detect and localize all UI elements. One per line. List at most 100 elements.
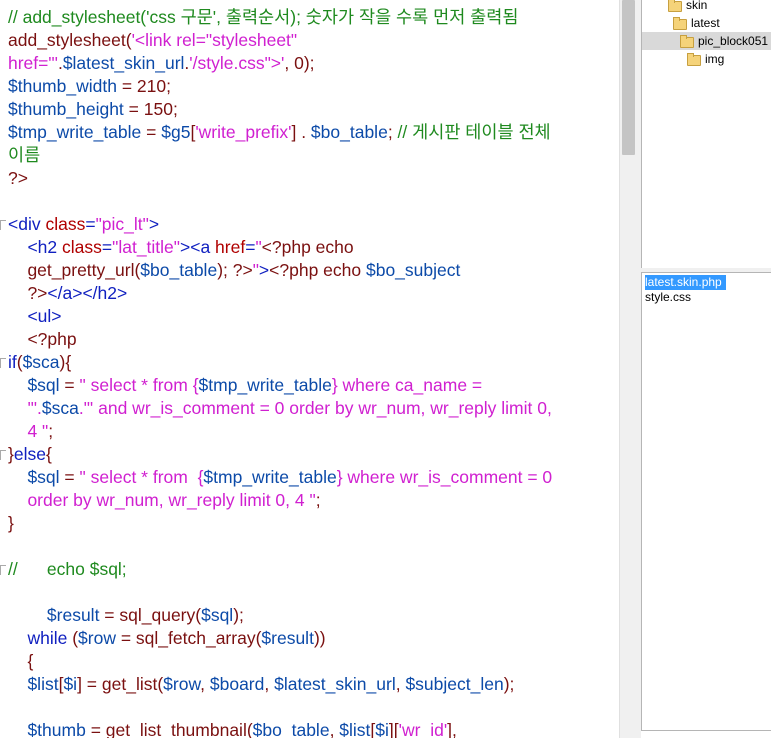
code-line[interactable]: ?></a></h2> — [8, 282, 127, 305]
folder-icon — [668, 0, 682, 12]
code-token: = — [85, 214, 96, 234]
tree-item-img[interactable]: img — [687, 50, 724, 68]
code-line[interactable]: $sql = " select * from {$tmp_write_table… — [8, 374, 482, 397]
code-token: ); ?> — [217, 260, 253, 280]
code-token: > — [148, 214, 160, 234]
fold-marker-icon[interactable] — [0, 565, 6, 575]
file-list[interactable]: latest.skin.php style.css — [641, 272, 771, 731]
code-token: <div — [8, 214, 46, 234]
folder-icon — [680, 35, 694, 48]
file-item[interactable]: latest.skin.php — [645, 275, 726, 290]
code-token: = sql_fetch_array( — [115, 628, 262, 648]
code-token: $sca — [41, 398, 79, 418]
code-token: ], — [447, 720, 457, 738]
code-line[interactable]: if($sca){ — [8, 351, 71, 374]
tree-item-pic-block051[interactable]: pic_block051 — [642, 32, 771, 50]
code-token: 이름 — [8, 145, 41, 165]
code-line[interactable]: <ul> — [8, 305, 62, 328]
tree-item-label: skin — [686, 0, 708, 12]
code-line[interactable]: $sql = " select * from {$tmp_write_table… — [8, 466, 552, 489]
fold-marker-icon[interactable] — [0, 358, 6, 368]
code-line[interactable]: $result = sql_query($sql); — [8, 604, 244, 627]
explorer-panel: skin latest pic_block051img latest.skin.ph… — [636, 0, 771, 738]
code-line[interactable]: }else{ — [8, 443, 52, 466]
code-token: $tmp_write_table — [203, 467, 337, 487]
editor-vertical-scrollbar[interactable] — [619, 0, 637, 738]
code-token: " select * from { — [79, 375, 199, 395]
code-line[interactable]: add_stylesheet('<link rel="stylesheet" — [8, 29, 297, 52]
code-line[interactable]: <h2 class="lat_title"><a href="<?php ech… — [8, 236, 353, 259]
code-line[interactable]: href="'.$latest_skin_url.'/style.css">',… — [8, 52, 315, 75]
code-token: = sql_query( — [99, 605, 202, 625]
code-token: '/style.css">' — [189, 53, 285, 73]
code-line[interactable]: $tmp_write_table = $g5['write_prefix'] .… — [8, 121, 551, 144]
code-line[interactable]: $thumb_width = 210; — [8, 75, 171, 98]
code-token: $bo_subject — [365, 260, 461, 280]
code-token: $list — [339, 720, 371, 738]
tree-item-latest[interactable]: latest — [673, 14, 720, 32]
code-token: $sql — [201, 605, 234, 625]
code-line[interactable]: order by wr_num, wr_reply limit 0, 4 "; — [8, 489, 320, 512]
code-line[interactable]: // echo $sql; — [8, 558, 127, 581]
code-token: $sca — [22, 352, 60, 372]
code-token: ."' and wr_is_comment = 0 order by wr_nu… — [78, 398, 552, 418]
code-token: 4 " — [8, 421, 49, 441]
code-token: if — [8, 352, 17, 372]
code-token: $bo_table — [140, 260, 218, 280]
code-line[interactable]: } — [8, 512, 14, 535]
fold-marker-icon[interactable] — [0, 450, 6, 460]
code-token: $i — [63, 674, 78, 694]
code-token: $board — [209, 674, 265, 694]
code-line[interactable]: 4 "; — [8, 420, 53, 443]
code-line[interactable]: { — [8, 650, 33, 673]
code-token: else — [13, 444, 46, 464]
code-line[interactable]: $thumb = get_list_thumbnail($bo_table, $… — [8, 719, 457, 738]
code-token: { — [8, 651, 34, 671]
code-line[interactable]: <div class="pic_lt"> — [8, 213, 159, 236]
code-token: = 150; — [123, 99, 178, 119]
code-token: = — [101, 237, 113, 257]
code-token: } where ca_name = — [331, 375, 483, 395]
tree-item-label: latest — [691, 16, 720, 30]
code-token: $bo_table — [252, 720, 330, 738]
code-line[interactable]: <?php — [8, 328, 76, 351]
code-token: ( — [67, 628, 79, 648]
code-line[interactable]: '".$sca."' and wr_is_comment = 0 order b… — [8, 397, 552, 420]
code-token: , — [395, 674, 406, 694]
code-editor[interactable]: // add_stylesheet('css 구문', 출력순서); 숫자가 작… — [0, 0, 619, 738]
code-token: , — [329, 720, 340, 738]
code-line[interactable]: $thumb_height = 150; — [8, 98, 178, 121]
code-token: <ul> — [27, 306, 62, 326]
code-line[interactable]: 이름 — [8, 144, 40, 167]
code-line[interactable]: ?> — [8, 167, 28, 190]
code-token: "pic_lt" — [95, 214, 149, 234]
code-token: ?> — [8, 283, 48, 303]
code-token: $tmp_write_table — [8, 122, 142, 142]
tree-item-label: pic_block051 — [698, 34, 769, 48]
code-token: = — [245, 237, 256, 257]
folder-tree[interactable]: skin latest pic_block051img — [641, 0, 771, 268]
code-token: $thumb_width — [8, 76, 117, 96]
code-token: { — [45, 444, 52, 464]
tree-item-skin[interactable]: skin — [668, 0, 707, 14]
code-token: // add_stylesheet('css 구문', 출력순서); 숫자가 작… — [8, 7, 519, 27]
code-token: $bo_table — [310, 122, 388, 142]
fold-marker-icon[interactable] — [0, 220, 6, 230]
code-line[interactable]: $list[$i] = get_list($row, $board, $late… — [8, 673, 514, 696]
code-token: = 210; — [116, 76, 171, 96]
code-line[interactable]: get_pretty_url($bo_table); ?>"><?php ech… — [8, 259, 460, 282]
code-token: ; — [387, 122, 398, 142]
code-line[interactable]: // add_stylesheet('css 구문', 출력순서); 숫자가 작… — [8, 6, 518, 29]
file-item[interactable]: style.css — [645, 290, 695, 305]
code-token: > — [258, 260, 270, 280]
code-token: } where wr_is_comment = 0 — [336, 467, 553, 487]
code-token: , — [264, 674, 275, 694]
code-token: class — [62, 237, 102, 257]
code-line[interactable]: while ($row = sql_fetch_array($result)) — [8, 627, 325, 650]
code-token: <h2 — [27, 237, 63, 257]
scrollbar-thumb[interactable] — [622, 0, 635, 155]
code-token: , — [200, 674, 210, 694]
